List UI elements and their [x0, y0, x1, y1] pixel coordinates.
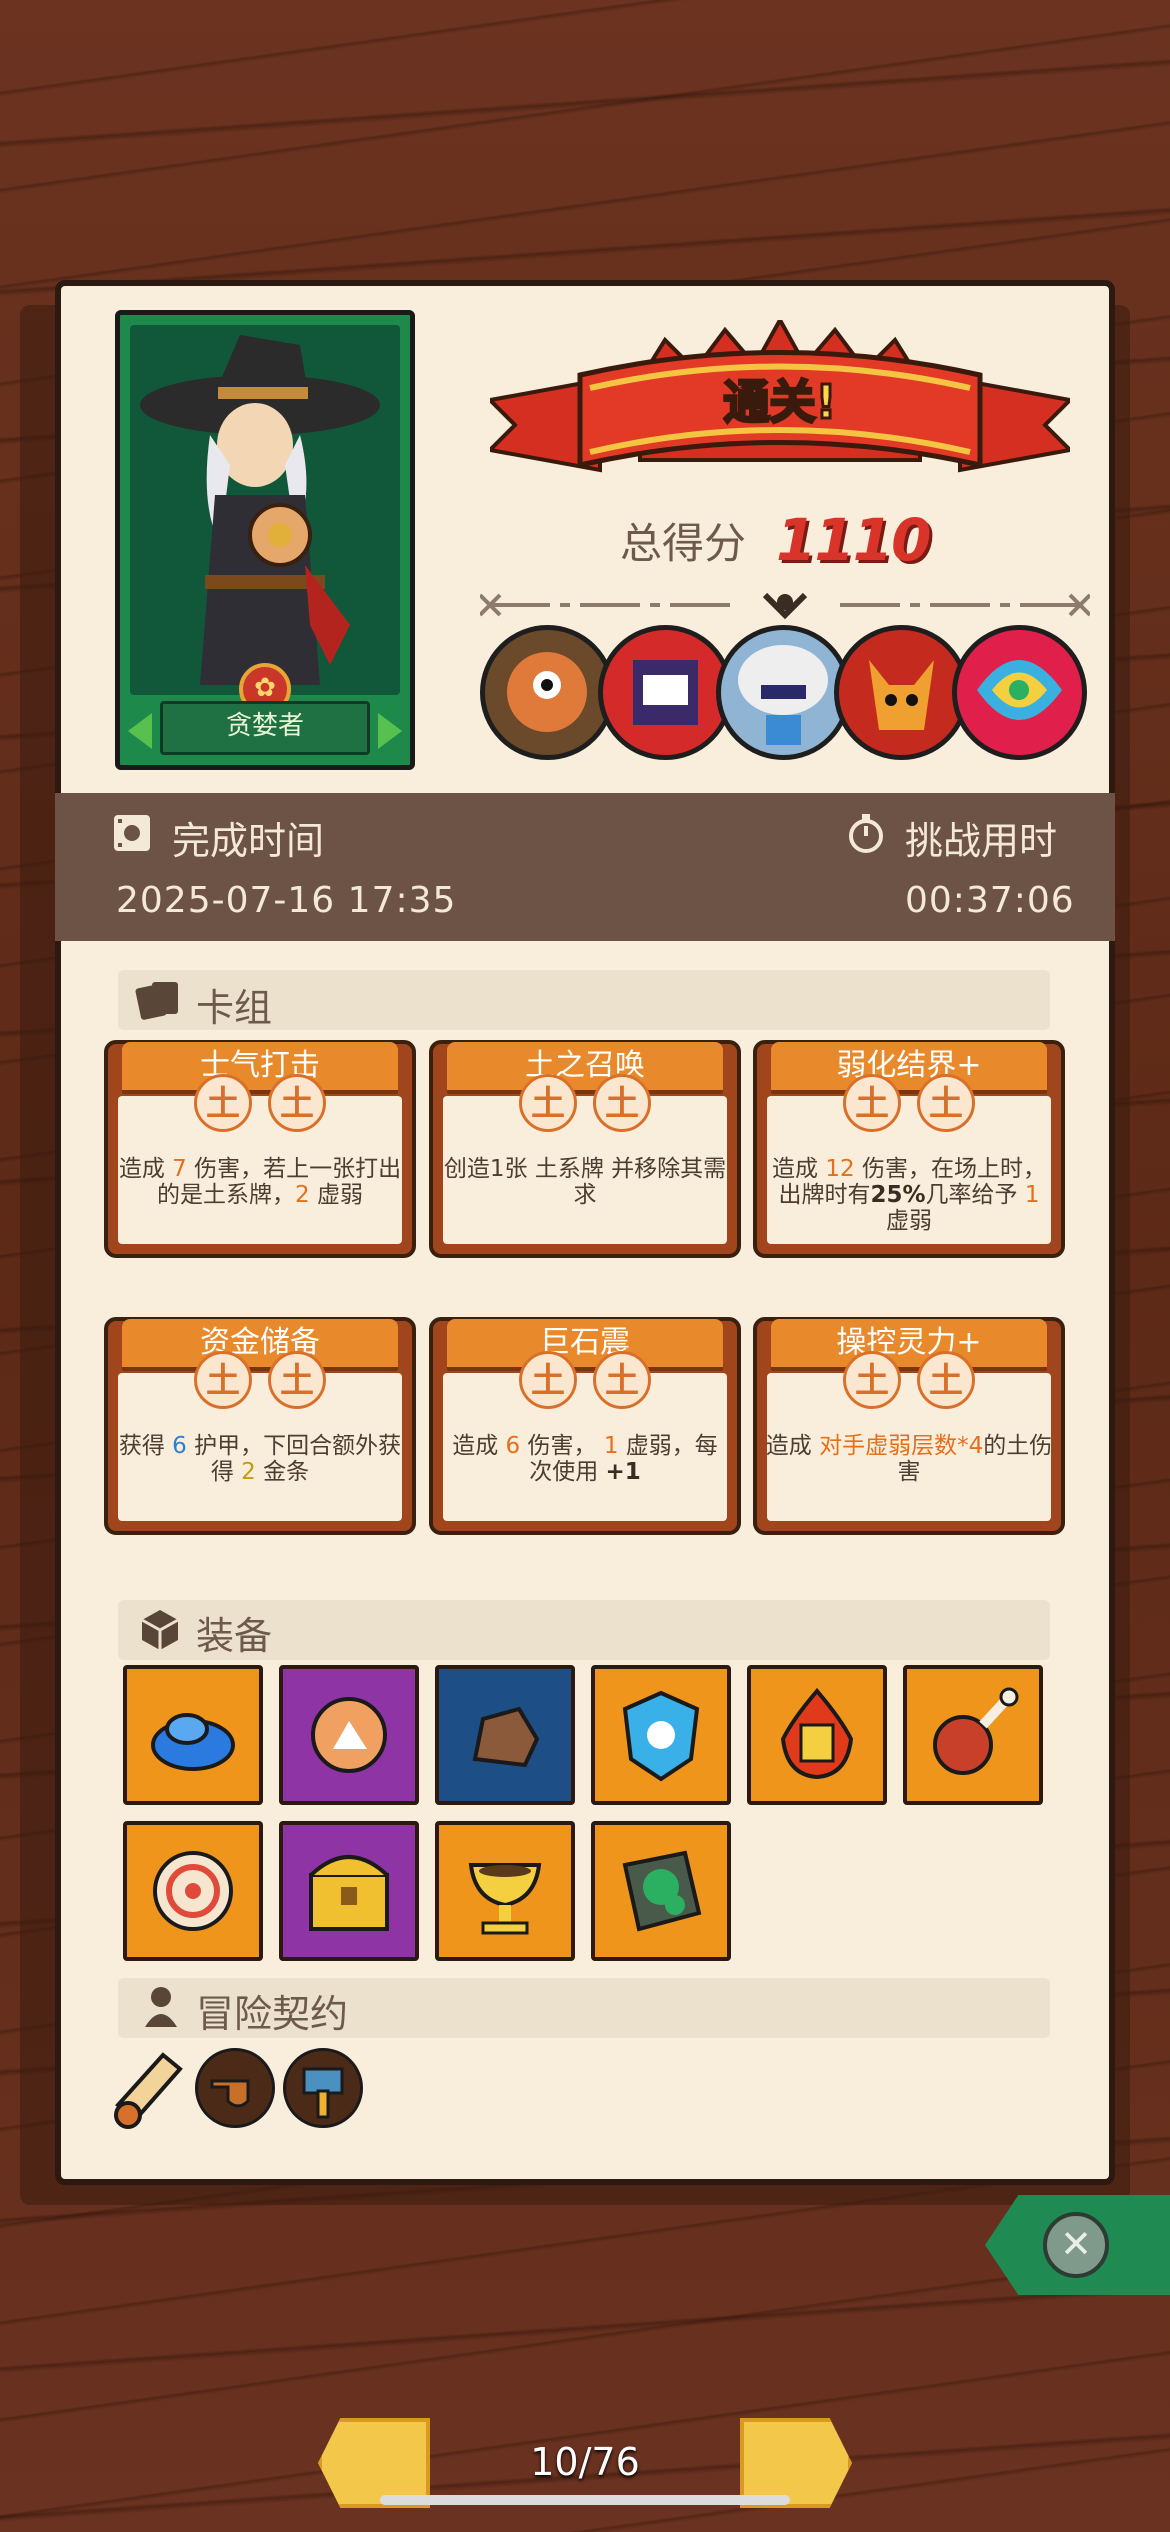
contract-title: 冒险契约 [196, 1992, 349, 2036]
boss-icon-1[interactable] [480, 625, 615, 760]
card-6[interactable]: 操控灵力+ 土 土 造成 对手虚弱层数*4的土伤害 [753, 1317, 1065, 1535]
close-icon[interactable]: ✕ [1043, 2212, 1109, 2278]
finish-time-value: 2025-07-16 17:35 [116, 880, 457, 921]
contract-pipe-icon[interactable] [195, 2048, 275, 2128]
equip-rock-icon[interactable] [435, 1665, 575, 1805]
card-description: 获得 6 护甲，下回合额外获得 2 金条 [118, 1433, 402, 1485]
earth-cost-icon: 土 [519, 1074, 577, 1132]
score-value: 1110 [776, 506, 931, 574]
challenge-time-value: 00:37:06 [905, 880, 1075, 921]
card-title: 弱化结界+ [771, 1042, 1047, 1094]
score-row: 总得分 1110 [620, 500, 931, 580]
witch-illustration [140, 335, 380, 685]
earth-cost-icon: 土 [593, 1351, 651, 1409]
card-3[interactable]: 弱化结界+ 土 土 造成 12 伤害，在场上时，出牌时有25%几率给予 1 虚弱 [753, 1040, 1065, 1258]
card-description: 造成 7 伤害，若上一张打出的是土系牌，2 虚弱 [118, 1156, 402, 1208]
equip-ice-shield-icon[interactable] [591, 1665, 731, 1805]
equip-blue-slime-icon[interactable] [123, 1665, 263, 1805]
banner-text: 通关! [724, 375, 837, 429]
card-description: 创造1张 土系牌 并移除其需求 [443, 1156, 727, 1208]
card-title: 土之召唤 [447, 1042, 723, 1094]
earth-cost-icon: 土 [268, 1074, 326, 1132]
equip-fire-gem-icon[interactable] [747, 1665, 887, 1805]
card-1[interactable]: 士气打击 土 土 造成 7 伤害，若上一张打出的是土系牌，2 虚弱 [104, 1040, 416, 1258]
box-icon [141, 1610, 179, 1650]
card-title: 士气打击 [122, 1042, 398, 1094]
boss-icon-2[interactable] [598, 625, 733, 760]
stopwatch-icon [849, 814, 883, 853]
equip-golden-chalice-icon[interactable] [435, 1821, 575, 1961]
earth-cost-icon: 土 [843, 1351, 901, 1409]
earth-cost-icon: 土 [593, 1074, 651, 1132]
boss-icon-4[interactable] [834, 625, 969, 760]
prev-character-arrow-icon[interactable] [128, 713, 152, 749]
earth-cost-icon: 土 [268, 1351, 326, 1409]
card-title: 资金储备 [122, 1319, 398, 1371]
deck-title: 卡组 [196, 986, 273, 1030]
victory-banner: 通关! [490, 320, 1070, 473]
earth-cost-icon: 土 [843, 1074, 901, 1132]
card-description: 造成 12 伤害，在场上时，出牌时有25%几率给予 1 虚弱 [772, 1156, 1046, 1234]
equip-shield-ring-icon[interactable] [123, 1821, 263, 1961]
equip-meat-icon[interactable] [903, 1665, 1043, 1805]
card-title: 操控灵力+ [771, 1319, 1047, 1371]
calendar-icon [114, 815, 150, 851]
cards-icon [135, 982, 178, 1020]
equip-clay-pot-icon[interactable] [279, 1665, 419, 1805]
card-2[interactable]: 土之召唤 土 土 创造1张 土系牌 并移除其需求 [429, 1040, 741, 1258]
earth-cost-icon: 土 [194, 1351, 252, 1409]
equip-moss-stone-icon[interactable] [591, 1821, 731, 1961]
boss-list [480, 625, 1090, 765]
page-indicator: 10/76 [530, 2440, 640, 2484]
card-description: 造成 对手虚弱层数*4的土伤害 [765, 1433, 1053, 1485]
character-art [130, 325, 400, 695]
card-title: 巨石震 [447, 1319, 723, 1371]
contract-scroll-icon[interactable] [108, 2045, 188, 2131]
finish-time-label: 完成时间 [172, 819, 325, 863]
character-name: 贪婪者 [160, 701, 370, 755]
challenge-time-label: 挑战用时 [905, 819, 1058, 863]
earth-cost-icon: 土 [917, 1074, 975, 1132]
person-icon [145, 1987, 177, 2027]
boss-icon-5[interactable] [952, 625, 1087, 760]
boss-icon-3[interactable] [716, 625, 851, 760]
equip-treasure-chest-icon[interactable] [279, 1821, 419, 1961]
earth-cost-icon: 土 [519, 1351, 577, 1409]
equipment-title: 装备 [196, 1614, 273, 1658]
earth-cost-icon: 土 [917, 1351, 975, 1409]
card-description: 造成 6 伤害， 1 虚弱，每次使用 +1 [452, 1433, 718, 1485]
card-4[interactable]: 资金储备 土 土 获得 6 护甲，下回合额外获得 2 金条 [104, 1317, 416, 1535]
ornament-divider [480, 592, 1090, 620]
next-character-arrow-icon[interactable] [378, 713, 402, 749]
score-label: 总得分 [620, 518, 747, 568]
home-indicator[interactable] [380, 2495, 790, 2505]
card-5[interactable]: 巨石震 土 土 造成 6 伤害， 1 虚弱，每次使用 +1 [429, 1317, 741, 1535]
earth-cost-icon: 土 [194, 1074, 252, 1132]
contract-hammer-icon[interactable] [283, 2048, 363, 2128]
character-portrait[interactable]: ✿ 贪婪者 [115, 310, 415, 770]
